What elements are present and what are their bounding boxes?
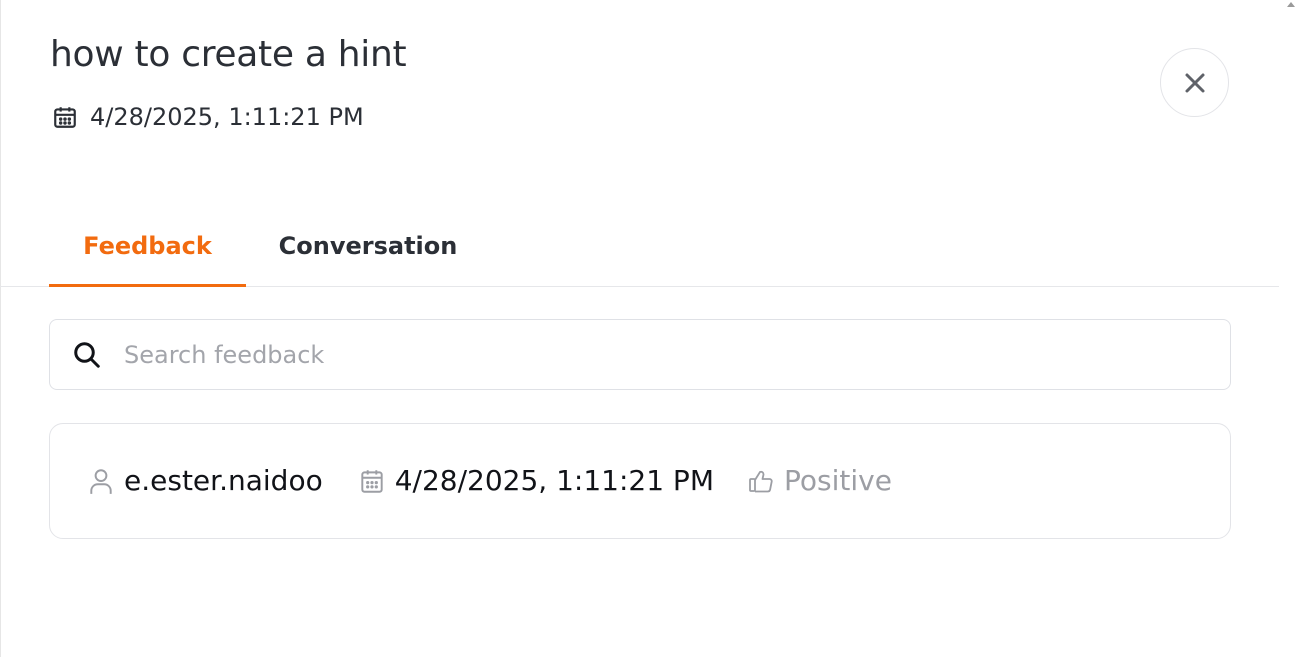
tab-bar: Feedback Conversation [0,226,1279,287]
scroll-up-arrow-icon[interactable] [1287,2,1295,7]
user-icon [90,468,112,494]
feedback-user: e.ester.naidoo [124,464,323,497]
header-date-text: 4/28/2025, 1:11:21 PM [90,103,364,131]
panel-left-edge [0,0,1,657]
feedback-sentiment: Positive [783,464,892,497]
page-title: how to create a hint [50,34,407,75]
search-box[interactable] [49,319,1231,390]
tab-conversation[interactable]: Conversation [262,226,474,286]
close-icon [1185,73,1204,92]
feedback-meta-row: e.ester.naidoo 4/28/2025, 1:11:21 PM Pos… [88,464,892,497]
search-input[interactable] [122,330,1206,380]
feedback-list-item[interactable]: e.ester.naidoo 4/28/2025, 1:11:21 PM Pos… [49,423,1231,539]
header-date: 4/28/2025, 1:11:21 PM [52,103,364,131]
close-button[interactable] [1160,48,1229,117]
tab-feedback[interactable]: Feedback [49,226,246,287]
feedback-date: 4/28/2025, 1:11:21 PM [394,464,714,497]
calendar-icon [54,107,76,128]
feedback-detail-panel: how to create a hint 4/28/2025, 1:11:21 … [0,0,1299,657]
search-icon [74,342,100,368]
thumbs-up-icon [749,470,773,492]
calendar-icon [361,469,383,493]
